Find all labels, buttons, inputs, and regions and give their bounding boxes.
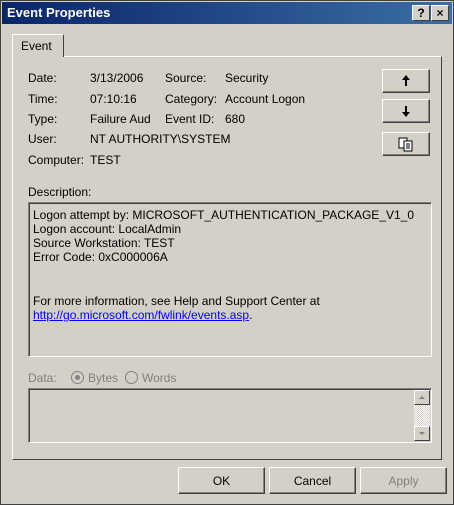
date-value: 3/13/2006 (90, 71, 144, 85)
user-label: User: (28, 132, 57, 146)
next-event-button[interactable] (382, 99, 430, 123)
description-more-info: For more information, see Help and Suppo… (33, 294, 320, 308)
time-label: Time: (28, 92, 58, 106)
description-link-line: http://go.microsoft.com/fwlink/events.as… (33, 308, 252, 322)
scroll-down-icon (419, 432, 425, 435)
copy-button[interactable] (382, 132, 430, 156)
words-radio[interactable] (125, 371, 138, 384)
scroll-up-icon (419, 396, 425, 399)
tab-event[interactable]: Event (12, 34, 64, 57)
eventid-label: Event ID: (165, 112, 215, 126)
help-button[interactable]: ? (412, 5, 430, 21)
previous-event-button[interactable] (382, 69, 430, 93)
scroll-down-button[interactable] (414, 426, 430, 441)
description-line: Logon attempt by: MICROSOFT_AUTHENTICATI… (33, 208, 415, 222)
apply-button-label: Apply (388, 474, 419, 488)
bytes-radio[interactable] (71, 371, 84, 384)
type-value: Failure Aud (90, 112, 151, 126)
event-properties-dialog: Event Properties ? × Event Date: 3/13/20… (0, 0, 454, 505)
ok-button[interactable]: OK (178, 467, 265, 494)
cancel-button-label: Cancel (293, 474, 332, 488)
words-radio-label: Words (142, 371, 177, 385)
category-value: Account Logon (225, 92, 306, 106)
tab-event-label: Event (21, 39, 52, 53)
help-icon: ? (417, 6, 425, 20)
description-line: Error Code: 0xC000006A (33, 250, 168, 264)
data-box[interactable] (28, 388, 432, 443)
category-label: Category: (165, 92, 218, 106)
window-title: Event Properties (7, 5, 111, 20)
close-button[interactable]: × (431, 5, 449, 21)
scroll-up-button[interactable] (414, 390, 430, 405)
user-value: NT AUTHORITY\SYSTEM (90, 132, 231, 146)
ok-button-label: OK (212, 474, 231, 488)
date-label: Date: (28, 71, 57, 85)
bytes-radio-label: Bytes (88, 371, 119, 385)
description-box[interactable]: Logon attempt by: MICROSOFT_AUTHENTICATI… (28, 202, 432, 357)
copy-icon (398, 137, 413, 152)
description-line: Source Workstation: TEST (33, 236, 175, 250)
eventid-value: 680 (225, 112, 246, 126)
source-value: Security (225, 71, 269, 85)
apply-button[interactable]: Apply (360, 467, 447, 494)
time-value: 07:10:16 (90, 92, 137, 106)
arrow-down-icon (402, 106, 410, 117)
title-bar[interactable]: Event Properties ? × (2, 2, 452, 24)
help-link[interactable]: http://go.microsoft.com/fwlink/events.as… (33, 308, 249, 322)
type-label: Type: (28, 112, 58, 126)
data-scrollbar[interactable] (414, 390, 430, 441)
data-label: Data: (28, 371, 57, 385)
description-label: Description: (28, 185, 92, 199)
cancel-button[interactable]: Cancel (269, 467, 356, 494)
computer-label: Computer: (28, 153, 85, 167)
computer-value: TEST (90, 153, 121, 167)
description-line: Logon account: LocalAdmin (33, 222, 182, 236)
close-icon: × (436, 6, 444, 20)
source-label: Source: (165, 71, 207, 85)
arrow-up-icon (402, 75, 410, 86)
link-suffix: . (249, 308, 253, 322)
